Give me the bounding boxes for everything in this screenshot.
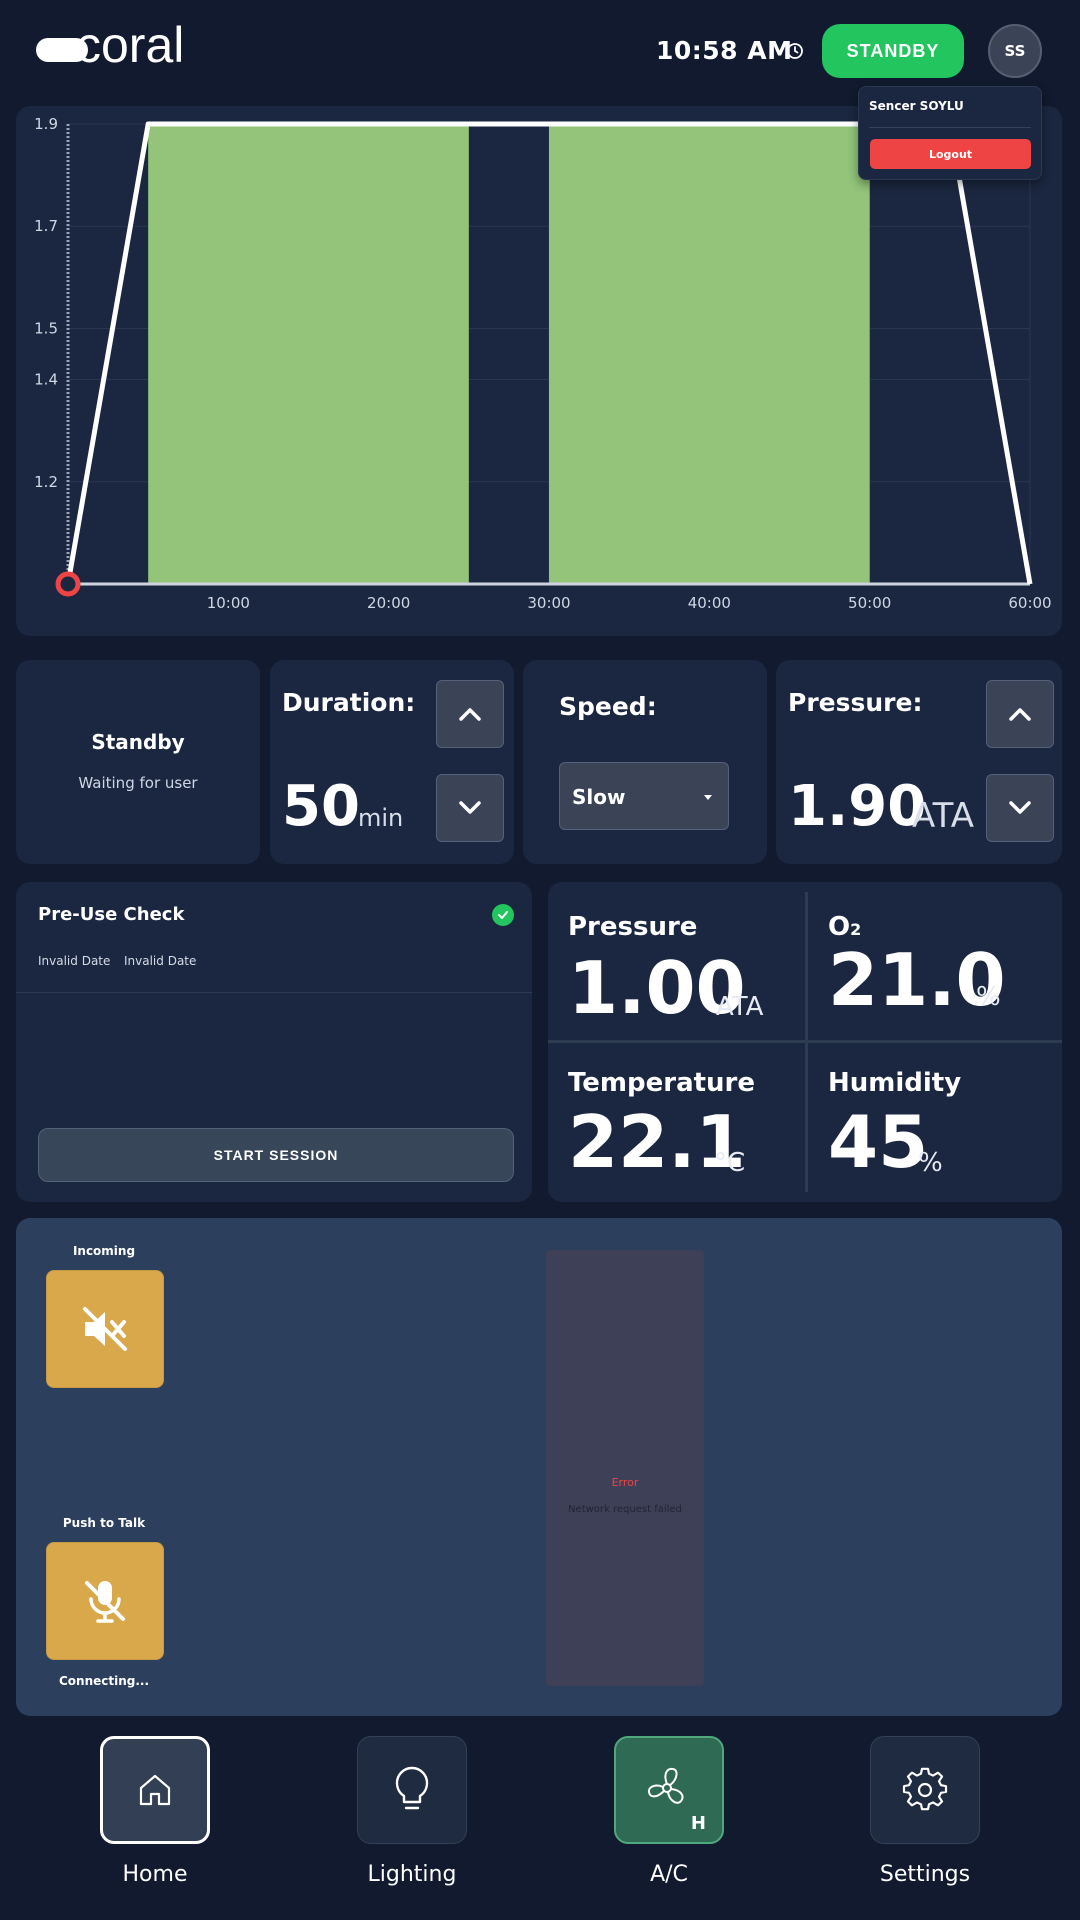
chart-y-tick-label: 1.4 xyxy=(34,371,58,389)
duration-unit: min xyxy=(358,804,404,832)
nav-lighting-button[interactable] xyxy=(357,1736,467,1844)
speed-card: Speed: Slow xyxy=(523,660,767,864)
nav-settings-label: Settings xyxy=(879,1862,971,1887)
nav-ac-label: A/C xyxy=(650,1862,688,1887)
pressure-decrease-button[interactable] xyxy=(986,774,1054,842)
metric-pressure-unit: ATA xyxy=(716,992,764,1022)
avatar[interactable]: SS xyxy=(988,24,1042,78)
metric-o2-unit: % xyxy=(976,982,1001,1012)
pre-use-date-2: Invalid Date xyxy=(124,954,197,968)
pressure-setting-value: 1.90 xyxy=(788,774,927,839)
nav-home[interactable]: Home xyxy=(100,1736,210,1896)
metric-humidity-unit: % xyxy=(918,1148,943,1178)
standby-button[interactable]: STANDBY xyxy=(822,24,964,78)
chevron-down-icon xyxy=(1009,801,1031,814)
chart-y-tick-label: 1.9 xyxy=(34,115,58,133)
chart-x-tick-label: 50:00 xyxy=(848,594,891,612)
nav-settings-button[interactable] xyxy=(870,1736,980,1844)
connecting-status: Connecting... xyxy=(58,1674,150,1688)
duration-increase-button[interactable] xyxy=(436,680,504,748)
pressure-setting-card: Pressure: 1.90 ATA xyxy=(776,660,1062,864)
speed-selected-value: Slow xyxy=(572,785,626,809)
nav-settings[interactable]: Settings xyxy=(870,1736,980,1896)
chart-x-tick-label: 30:00 xyxy=(527,594,570,612)
pre-use-date-1: Invalid Date xyxy=(38,954,111,968)
chart-current-marker xyxy=(55,571,81,597)
communication-panel: Incoming Push to Talk Connecting... Erro… xyxy=(16,1218,1062,1716)
duration-value: 50 xyxy=(282,774,360,839)
duration-card: Duration: 50 min xyxy=(270,660,514,864)
coral-logo: coral xyxy=(36,17,226,78)
fan-icon xyxy=(647,1767,684,1804)
video-error-title: Error xyxy=(611,1476,639,1489)
duration-label: Duration: xyxy=(282,688,416,717)
user-name: Sencer SOYLU xyxy=(869,99,964,113)
user-menu: Sencer SOYLU Logout xyxy=(858,86,1042,180)
chart-x-tick-label: 60:00 xyxy=(1008,594,1051,612)
chart-y-tick-label: 1.5 xyxy=(34,319,58,337)
home-icon xyxy=(139,1774,171,1806)
incoming-mute-button[interactable] xyxy=(46,1270,164,1388)
status-title: Standby xyxy=(91,730,185,754)
status-subtitle: Waiting for user xyxy=(78,774,198,792)
nav-home-label: Home xyxy=(122,1862,188,1887)
pressure-setting-unit: ATA xyxy=(912,796,975,836)
metric-humidity-value: 45 xyxy=(828,1100,929,1184)
incoming-label: Incoming xyxy=(72,1244,136,1258)
speaker-muted-icon xyxy=(83,1307,127,1351)
metric-temperature-unit: °C xyxy=(714,1148,746,1178)
nav-home-button[interactable] xyxy=(100,1736,210,1844)
chart-y-tick-label: 1.7 xyxy=(34,217,58,235)
chart-y-tick-label: 1.2 xyxy=(34,473,58,491)
duration-decrease-button[interactable] xyxy=(436,774,504,842)
chart-block-2 xyxy=(549,124,870,584)
start-session-button[interactable]: START SESSION xyxy=(38,1128,514,1182)
chevron-down-icon xyxy=(459,801,481,814)
pre-use-check-panel: Pre-Use Check Invalid Date Invalid Date … xyxy=(16,882,532,1202)
menu-divider xyxy=(869,127,1031,128)
chevron-up-icon xyxy=(1009,708,1031,721)
chevron-up-icon xyxy=(459,708,481,721)
clock-time: 10:58 AM xyxy=(656,36,793,65)
metrics-panel: Pressure 1.00 ATA O2 21.0 % Temperature … xyxy=(548,882,1062,1202)
pressure-setting-label: Pressure: xyxy=(788,688,923,717)
nav-lighting-label: Lighting xyxy=(367,1862,457,1887)
push-to-talk-button[interactable] xyxy=(46,1542,164,1660)
caret-down-icon xyxy=(704,795,712,800)
metrics-horizontal-divider xyxy=(548,1040,1062,1043)
gear-icon xyxy=(902,1767,948,1811)
app-root: coral 10:58 AM STANDBY SS 1.2 1.4 1.5 1.7 1.… xyxy=(0,0,1080,1920)
metric-temperature-label: Temperature xyxy=(568,1068,756,1098)
logo-wordmark: coral xyxy=(76,22,184,73)
nav-ac[interactable]: H A/C xyxy=(614,1736,724,1896)
lightbulb-icon xyxy=(395,1766,429,1810)
chart-block-1 xyxy=(148,124,469,584)
pre-use-title: Pre-Use Check xyxy=(38,904,185,925)
pressure-profile-chart: 1.2 1.4 1.5 1.7 1.9 10:00 20:00 30:00 40:00 50:00… xyxy=(16,106,1062,636)
speed-label: Speed: xyxy=(559,692,657,721)
push-to-talk-label: Push to Talk xyxy=(62,1516,146,1530)
chart-x-tick-label: 20:00 xyxy=(367,594,410,612)
video-error-message: Network request failed xyxy=(568,1504,682,1515)
nav-lighting[interactable]: Lighting xyxy=(357,1736,467,1896)
divider xyxy=(16,992,532,993)
pressure-increase-button[interactable] xyxy=(986,680,1054,748)
metric-humidity-label: Humidity xyxy=(828,1068,962,1098)
video-feed: Error Network request failed xyxy=(546,1250,704,1686)
check-icon xyxy=(492,904,514,926)
chart-x-tick-label: 40:00 xyxy=(688,594,731,612)
metric-pressure-label: Pressure xyxy=(568,912,698,942)
metric-o2-label-sub: 2 xyxy=(850,920,862,939)
speed-select[interactable]: Slow xyxy=(559,762,729,830)
chart-svg: 1.2 1.4 1.5 1.7 1.9 10:00 20:00 30:00 40:00 50:00… xyxy=(34,115,1051,612)
nav-ac-button[interactable]: H xyxy=(614,1736,724,1844)
chart-x-tick-label: 10:00 xyxy=(207,594,250,612)
ac-mode-badge: H xyxy=(690,1813,706,1834)
clock-icon xyxy=(784,40,806,62)
microphone-off-icon xyxy=(85,1581,125,1623)
logout-button[interactable]: Logout xyxy=(870,139,1031,169)
status-card: Standby Waiting for user xyxy=(16,660,260,864)
